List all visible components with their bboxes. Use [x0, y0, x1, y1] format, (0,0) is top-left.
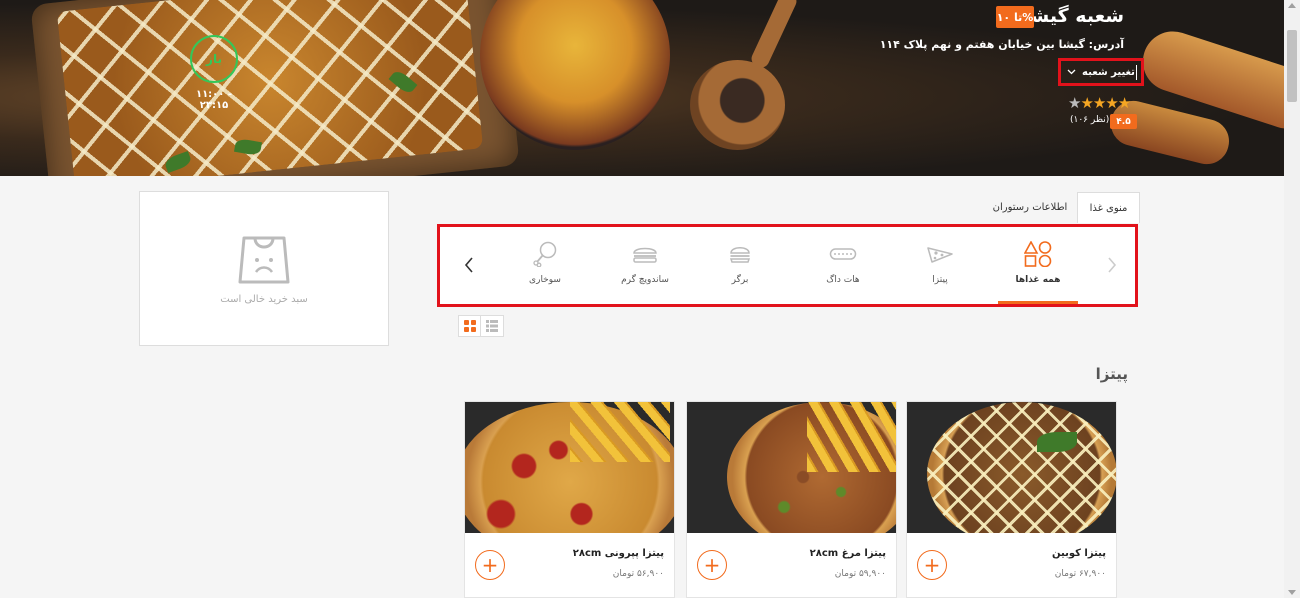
star-half-icon: ★ [1068, 94, 1081, 112]
add-to-cart-plus-icon[interactable]: + [697, 550, 727, 580]
rating-stars: ★★★★★ [1068, 94, 1131, 112]
chevron-down-icon [1067, 69, 1076, 75]
category-fried-chicken[interactable]: سوخاری [515, 227, 575, 304]
shopping-bag-sad-icon [238, 236, 290, 284]
discount-badge: تا ۱۰% [996, 6, 1034, 28]
divider [1136, 65, 1137, 80]
star-icon: ★ [1092, 94, 1106, 112]
category-label: پیتزا [932, 275, 948, 285]
pizza-slice-icon [927, 247, 953, 263]
category-burger[interactable]: برگر [715, 227, 765, 304]
rating-count: (۱۰۶ نظر) [1070, 115, 1110, 125]
fried-chicken-icon [533, 241, 557, 267]
open-status-badge: باز [190, 35, 238, 83]
chevron-left-icon[interactable] [464, 257, 474, 277]
open-hours: ۱۱:۰۰ - ۲۳:۱۵ [195, 89, 233, 111]
change-branch-button[interactable]: تغییر شعبه [1058, 58, 1144, 86]
star-icon: ★ [1080, 94, 1093, 112]
category-label: سوخاری [529, 275, 561, 285]
tab-food-menu[interactable]: منوی غذا [1077, 192, 1140, 223]
product-name: پیتزا مرغ ۲۸cm [809, 548, 886, 559]
cart-empty-text: سبد خرید خالی است [220, 294, 308, 305]
grid-view-button[interactable] [459, 316, 481, 336]
spoon-image [690, 60, 785, 150]
hot-sandwich-icon [633, 247, 657, 263]
product-card[interactable]: پیتزا پپرونی ۲۸cm ۵۶,۹۰۰ تومان + [464, 401, 675, 598]
category-all-foods[interactable]: همه غذاها [998, 227, 1078, 304]
rating-value-badge: ۴.۵ [1110, 114, 1137, 129]
add-to-cart-plus-icon[interactable]: + [917, 550, 947, 580]
restaurant-hero-banner: باز ۱۱:۰۰ - ۲۳:۱۵ شعبه گیشا تا ۱۰% آدرس:… [0, 0, 1284, 176]
category-label: هات داگ [826, 275, 860, 285]
page-scrollbar[interactable] [1284, 0, 1300, 598]
view-mode-toggle [458, 315, 504, 337]
category-hotdog[interactable]: هات داگ [808, 227, 878, 304]
product-price: ۶۷,۹۰۰ تومان [1054, 569, 1106, 579]
category-label: ساندویچ گرم [621, 275, 669, 285]
category-label: برگر [731, 275, 749, 285]
change-branch-label: تغییر شعبه [1082, 66, 1135, 78]
scroll-up-arrow-icon[interactable] [1288, 3, 1296, 8]
product-price: ۵۹,۹۰۰ تومان [834, 569, 886, 579]
scroll-down-arrow-icon[interactable] [1288, 590, 1296, 595]
scroll-thumb[interactable] [1287, 30, 1297, 102]
product-image [907, 402, 1116, 533]
branch-address: آدرس: گیشا بین خیابان هفتم و نهم پلاک ۱۱… [879, 38, 1124, 51]
product-name: پیتزا پپرونی ۲۸cm [572, 548, 664, 559]
star-icon: ★ [1105, 94, 1118, 112]
hotdog-icon [829, 248, 857, 260]
shopping-cart-panel: سبد خرید خالی است [139, 191, 389, 346]
product-card[interactable]: پیتزا کوبین ۶۷,۹۰۰ تومان + [906, 401, 1117, 598]
product-name: پیتزا کوبین [1052, 548, 1106, 559]
category-carousel: همه غذاها پیتزا هات داگ برگر ساندویچ گرم… [437, 224, 1138, 307]
spoon-handle-image [748, 0, 800, 71]
section-title-pizza: پیتزا [1095, 365, 1128, 383]
category-pizza[interactable]: پیتزا [910, 227, 970, 304]
product-image [465, 402, 674, 533]
grid-view-icon [463, 320, 476, 332]
tab-restaurant-info[interactable]: اطلاعات رستوران [985, 192, 1075, 222]
list-view-button[interactable] [481, 316, 503, 336]
category-label: همه غذاها [1015, 275, 1061, 285]
branch-title: شعبه گیشا [1023, 5, 1124, 27]
product-image [687, 402, 896, 533]
list-view-icon [486, 320, 498, 332]
star-icon: ★ [1117, 94, 1131, 112]
product-card[interactable]: پیتزا مرغ ۲۸cm ۵۹,۹۰۰ تومان + [686, 401, 897, 598]
burger-icon [729, 247, 751, 263]
pizza-banner-image [56, 0, 484, 176]
category-hot-sandwich[interactable]: ساندویچ گرم [605, 227, 685, 304]
product-price: ۵۶,۹۰۰ تومان [612, 569, 664, 579]
chevron-right-icon[interactable] [1107, 257, 1117, 277]
all-foods-shapes-icon [1024, 241, 1052, 267]
add-to-cart-plus-icon[interactable]: + [475, 550, 505, 580]
active-category-underline [998, 301, 1078, 304]
